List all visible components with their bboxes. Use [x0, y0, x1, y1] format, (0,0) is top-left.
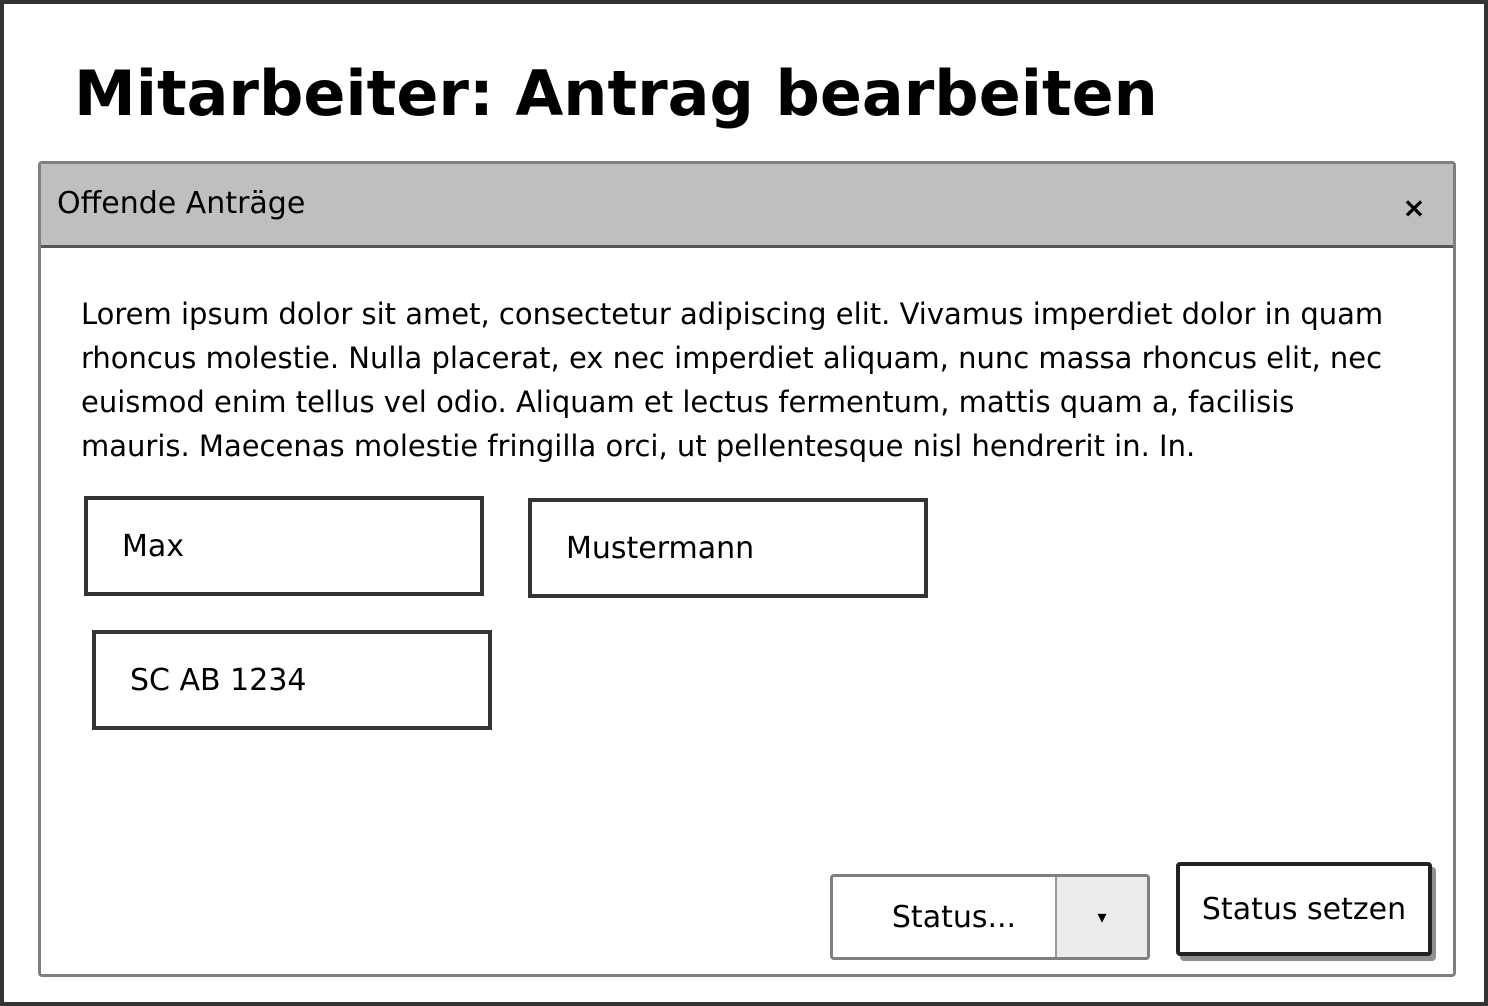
status-select[interactable]: Status... ▾ — [830, 874, 1150, 960]
set-status-button[interactable]: Status setzen — [1176, 862, 1432, 956]
last-name-field[interactable] — [528, 498, 928, 598]
chevron-down-icon[interactable]: ▾ — [1055, 877, 1147, 957]
dialog-window: Offende Anträge × Lorem ipsum dolor sit … — [38, 161, 1456, 977]
page-title: Mitarbeiter: Antrag bearbeiten — [74, 57, 1158, 130]
dialog-titlebar: Offende Anträge × — [41, 164, 1453, 248]
close-icon[interactable]: × — [1397, 190, 1431, 224]
description-text: Lorem ipsum dolor sit amet, consectetur … — [81, 297, 1384, 463]
dialog-title: Offende Anträge — [57, 186, 306, 221]
code-field[interactable] — [92, 630, 492, 730]
status-select-value: Status... — [891, 899, 1017, 935]
app-frame: Mitarbeiter: Antrag bearbeiten Offende A… — [0, 0, 1488, 1006]
first-name-field[interactable] — [84, 496, 484, 596]
